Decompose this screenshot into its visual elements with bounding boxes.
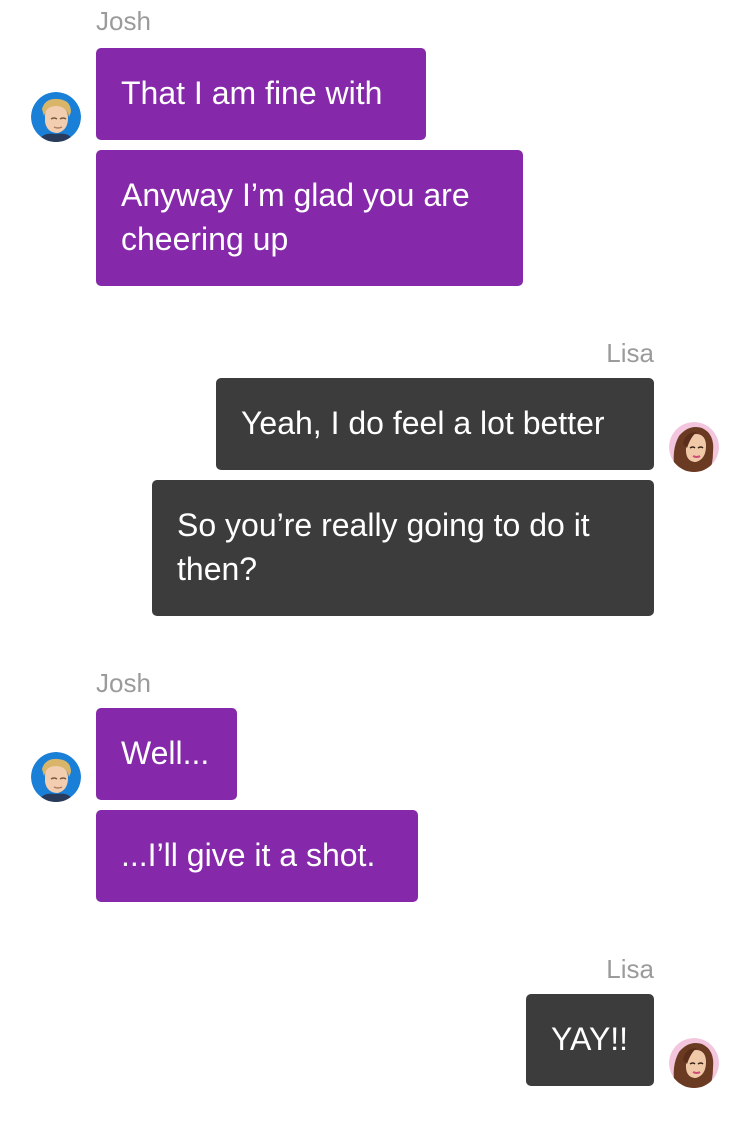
sender-name-lisa: Lisa (606, 954, 654, 984)
lisa-avatar-icon[interactable] (669, 422, 719, 472)
sender-name-josh: Josh (96, 668, 151, 698)
message-bubble: Well... (96, 708, 237, 800)
josh-avatar-icon[interactable] (31, 92, 81, 142)
lisa-avatar-icon[interactable] (669, 1038, 719, 1088)
josh-avatar-icon[interactable] (31, 752, 81, 802)
message-bubble: That I am fine with (96, 48, 426, 140)
message-bubble: Anyway I’m glad you are cheering up (96, 150, 523, 286)
message-bubble: So you’re really going to do it then? (152, 480, 654, 616)
sender-name-lisa: Lisa (606, 338, 654, 368)
message-bubble: Yeah, I do feel a lot better (216, 378, 654, 470)
sender-name-josh: Josh (96, 6, 151, 36)
message-bubble: ...I’ll give it a shot. (96, 810, 418, 902)
message-bubble: YAY!! (526, 994, 654, 1086)
